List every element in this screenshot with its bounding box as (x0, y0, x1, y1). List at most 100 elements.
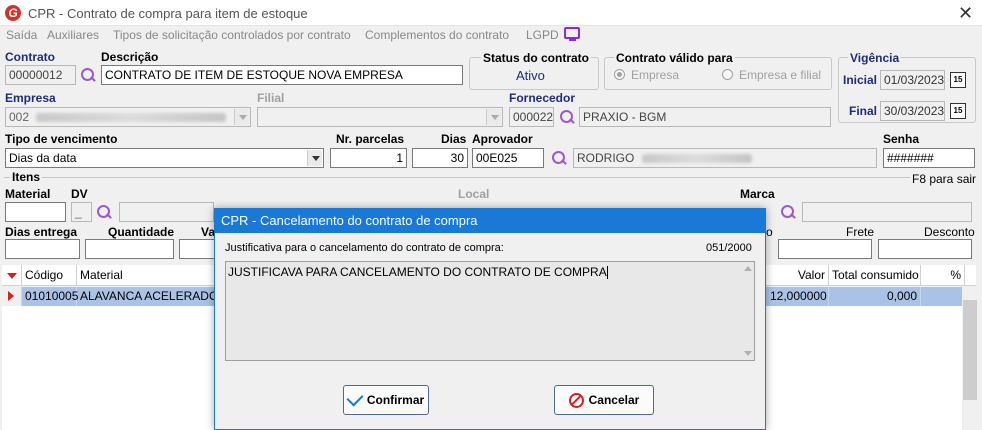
search-icon[interactable] (780, 204, 796, 220)
desconto-label: Desconto (924, 225, 975, 239)
vencimento-select[interactable]: Dias da data (5, 148, 324, 168)
menu-auxiliares[interactable]: Auxiliares (47, 28, 99, 42)
f8-hint: F8 para sair (910, 172, 979, 186)
cancel-button[interactable]: Cancelar (554, 385, 654, 415)
final-label: Final (849, 104, 878, 118)
grid-sort-cell[interactable] (2, 265, 22, 286)
grid-header-pct[interactable]: % (921, 265, 965, 286)
marca-input[interactable] (802, 202, 972, 222)
grid-header-codigo[interactable]: Código (22, 265, 77, 286)
final-date-input[interactable]: 30/03/2023 (880, 101, 945, 121)
grid-header-material[interactable]: Material (77, 265, 217, 286)
monitor-icon[interactable] (564, 27, 580, 41)
app-logo-icon: G (5, 5, 21, 21)
chevron-down-icon[interactable] (234, 109, 249, 125)
parcelas-label: Nr. parcelas (336, 132, 405, 146)
calendar-icon[interactable]: 15 (950, 72, 966, 88)
parcelas-input[interactable]: 1 (330, 148, 407, 168)
confirm-button[interactable]: Confirmar (343, 385, 429, 415)
marca-label: Marca (740, 187, 775, 201)
fornecedor-label: Fornecedor (509, 91, 576, 105)
row-valor: 12,000000 (767, 287, 829, 306)
status-value: Ativo (516, 68, 545, 83)
senha-input[interactable]: ####### (883, 148, 975, 168)
row-pct (921, 287, 962, 306)
menu-bar: Saída Auxiliares Tipos de solicitação co… (0, 26, 982, 46)
aprovador-name-value: RODRIGO (577, 151, 635, 165)
cancel-label: Cancelar (588, 393, 640, 407)
descricao-label: Descrição (101, 50, 159, 64)
title-bar: G CPR - Contrato de compra para item de … (0, 0, 982, 26)
menu-lgpd[interactable]: LGPD (526, 28, 559, 42)
row-indicator (2, 287, 22, 306)
justificativa-textarea[interactable]: JUSTIFICAVA PARA CANCELAMENTO DO CONTRAT… (225, 261, 755, 361)
descricao-input[interactable]: CONTRATO DE ITEM DE ESTOQUE NOVA EMPRESA (101, 65, 463, 85)
desconto-input[interactable] (878, 239, 972, 259)
menu-saida[interactable]: Saída (6, 28, 37, 42)
desconto-pct-label: o (766, 225, 773, 239)
empresa-value: 002 (9, 110, 30, 124)
row-total: 0,000 (829, 287, 921, 306)
radio-empresa[interactable] (614, 69, 625, 80)
dias-input[interactable]: 30 (412, 148, 468, 168)
radio-empresa-label: Empresa (631, 68, 680, 82)
fornecedor-code-input[interactable]: 000022 (509, 107, 554, 127)
sort-down-icon (7, 273, 17, 279)
textarea-scrollbar[interactable] (741, 263, 755, 359)
grid-scroll-thumb[interactable] (963, 300, 977, 400)
aprovador-code-input[interactable]: 00E025 (472, 148, 544, 168)
menu-complementos[interactable]: Complementos do contrato (365, 28, 509, 42)
grid-header-valor[interactable]: Valor (767, 265, 829, 286)
char-counter: 051/2000 (706, 242, 752, 254)
vencimento-label: Tipo de vencimento (5, 132, 118, 146)
row-material: ALAVANCA ACELERADOR U (80, 289, 239, 303)
chevron-down-icon[interactable] (307, 150, 322, 166)
quantidade-label: Quantidade (108, 225, 175, 239)
dias-label: Dias (441, 132, 467, 146)
aprovador-label: Aprovador (472, 132, 533, 146)
dv-input[interactable]: _ (71, 202, 92, 222)
cancel-contract-dialog: CPR - Cancelamento do contrato de compra… (214, 208, 766, 430)
empresa-label: Empresa (5, 91, 56, 105)
filial-label: Filial (257, 91, 285, 105)
empresa-select[interactable]: 002 (5, 107, 251, 127)
inicial-date-input[interactable]: 01/03/2023 (880, 70, 945, 90)
material-label: Material (5, 187, 51, 201)
calendar-icon[interactable]: 15 (950, 103, 966, 119)
search-icon[interactable] (96, 204, 112, 220)
unknown-input[interactable] (778, 239, 872, 259)
contrato-label: Contrato (5, 50, 55, 64)
scroll-down-icon[interactable] (744, 351, 752, 356)
chevron-down-icon[interactable] (486, 109, 501, 125)
row-codigo: 01010005 (22, 287, 78, 306)
justificativa-text: JUSTIFICAVA PARA CANCELAMENTO DO CONTRAT… (228, 265, 607, 279)
local-label: Local (458, 187, 490, 201)
valor-unit-input[interactable] (179, 239, 215, 259)
radio-empresa-filial-label: Empresa e filial (739, 68, 822, 82)
material-input[interactable] (5, 202, 66, 222)
menu-tipos-solicitacao[interactable]: Tipos de solicitação controlados por con… (113, 28, 351, 42)
current-row-icon (8, 291, 14, 301)
frete-label: Frete (846, 225, 875, 239)
search-icon[interactable] (551, 150, 567, 166)
itens-divider (4, 177, 976, 178)
itens-label: Itens (10, 170, 43, 184)
check-icon (346, 389, 364, 407)
contrato-input[interactable]: 00000012 (5, 65, 76, 85)
search-icon[interactable] (80, 67, 96, 83)
radio-empresa-filial[interactable] (722, 69, 733, 80)
close-icon[interactable]: ✕ (958, 3, 973, 24)
quantidade-input[interactable] (85, 239, 174, 259)
grid-header-total[interactable]: Total consumido (829, 265, 921, 286)
justificativa-label: Justificativa para o cancelamento do con… (225, 242, 504, 254)
fornecedor-name-input: PRAXIO - BGM (579, 107, 831, 127)
valido-para-label: Contrato válido para (614, 51, 735, 65)
dv-label: DV (71, 187, 88, 201)
material-desc-input (119, 202, 214, 222)
scroll-up-icon[interactable] (744, 266, 752, 271)
search-icon[interactable] (559, 109, 575, 125)
dias-entrega-input[interactable] (5, 239, 80, 259)
filial-select[interactable] (257, 107, 503, 127)
cancel-icon (568, 392, 584, 408)
senha-label: Senha (883, 132, 920, 146)
